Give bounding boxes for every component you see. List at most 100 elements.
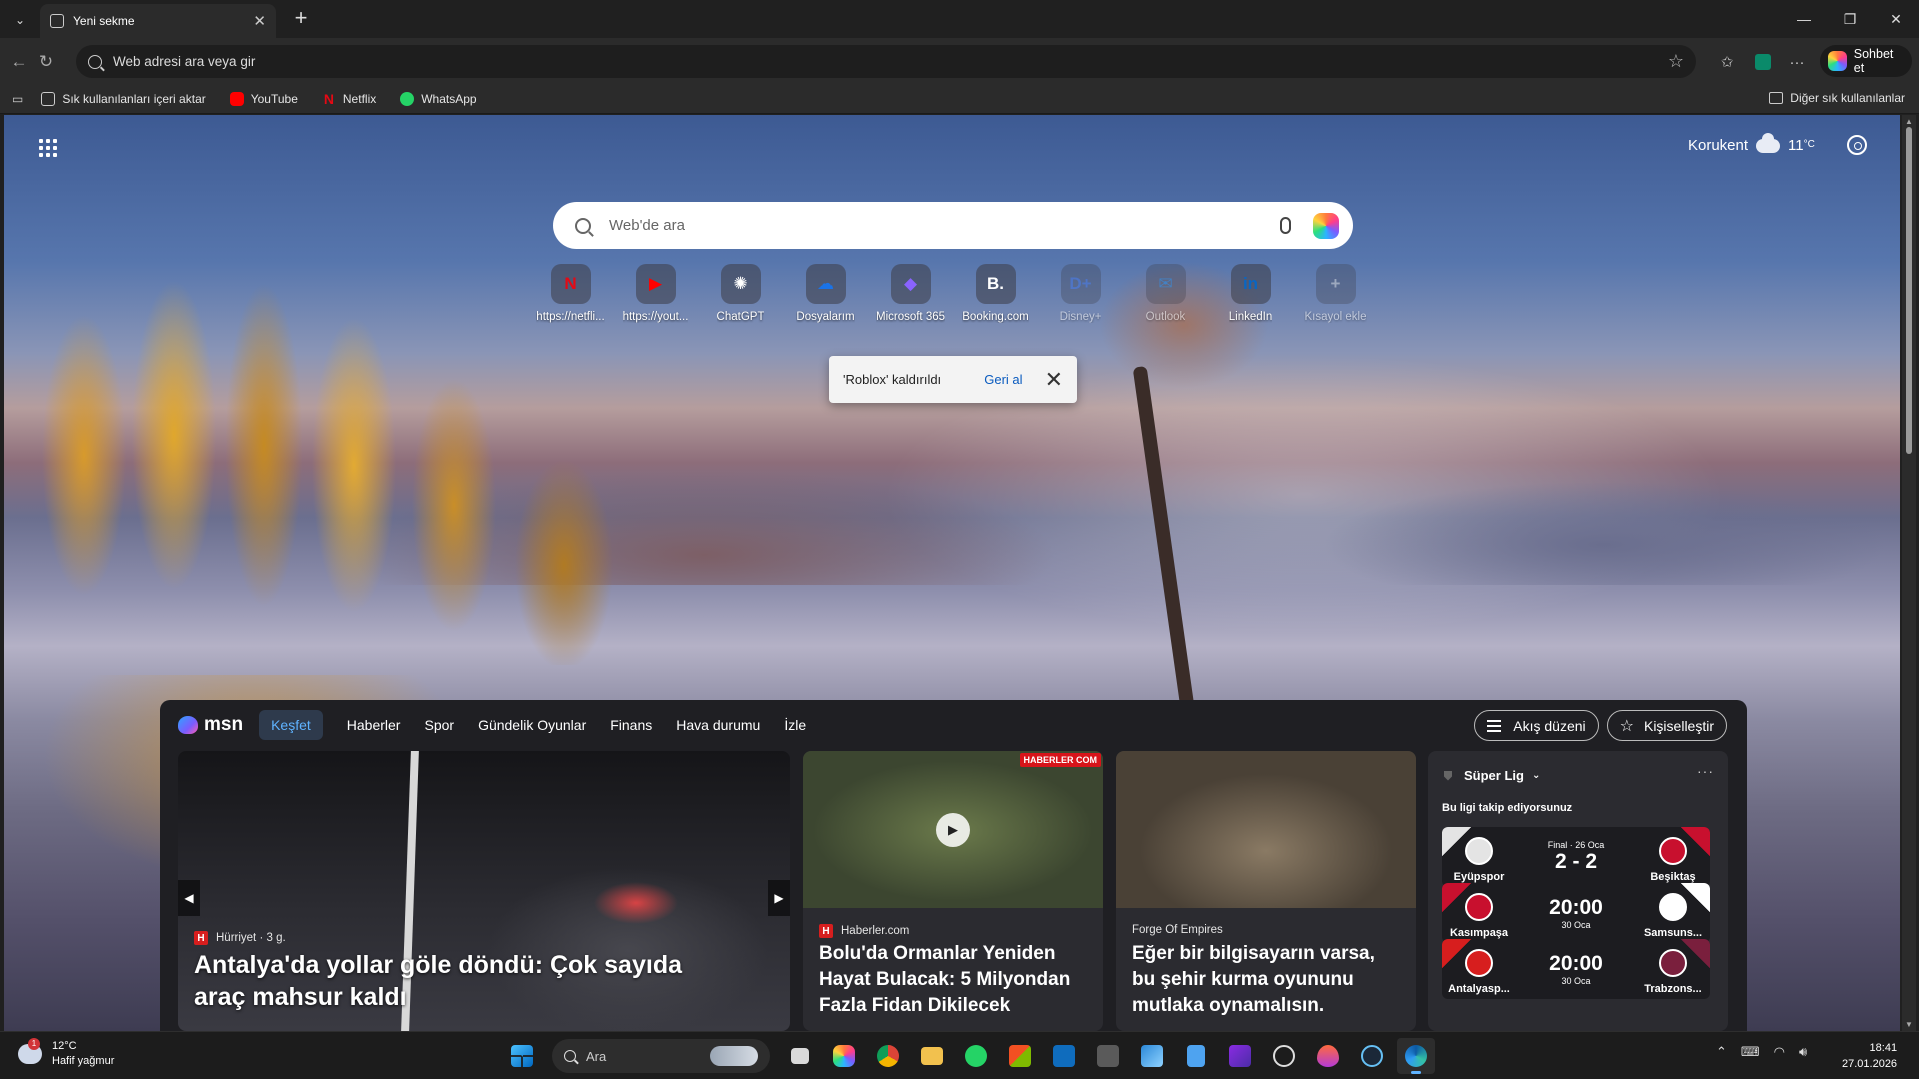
taskbar-weather[interactable]: 1 12°C Hafif yağmur — [18, 1038, 114, 1069]
copilot-chat-button[interactable]: Sohbet et — [1820, 45, 1912, 77]
wifi-icon[interactable]: ◠ — [1774, 1044, 1785, 1060]
search-icon — [575, 217, 591, 234]
quick-link[interactable]: ✉ Outlook — [1123, 264, 1208, 323]
steam-app[interactable] — [1353, 1038, 1391, 1074]
web-search-box[interactable] — [553, 202, 1353, 249]
quick-link-label: Dosyalarım — [796, 311, 855, 323]
tab-weather[interactable]: Hava durumu — [676, 717, 760, 733]
quick-link[interactable]: ☁ Dosyalarım — [783, 264, 868, 323]
extension-icon[interactable] — [1750, 49, 1776, 75]
minimize-button[interactable]: — — [1781, 0, 1827, 38]
match-row[interactable]: Kasımpaşa 20:00 30 Oca Samsuns... — [1442, 883, 1710, 943]
msn-logo[interactable]: msn — [178, 714, 243, 736]
close-window-button[interactable]: ✕ — [1873, 0, 1919, 38]
more-options-icon[interactable]: ··· — [1784, 49, 1810, 75]
favorite-star-icon[interactable]: ☆ — [1668, 51, 1684, 72]
quick-link[interactable]: ◆ Microsoft 365 — [868, 264, 953, 323]
address-bar[interactable]: Web adresi ara veya gir ☆ — [76, 45, 1696, 78]
quick-link[interactable]: D+ Disney+ — [1038, 264, 1123, 323]
league-selector[interactable]: Süper Lig ⌄ — [1444, 768, 1540, 783]
taskbar-clock[interactable]: 18:41 27.01.2026 — [1842, 1040, 1897, 1072]
quick-link[interactable]: in LinkedIn — [1208, 264, 1293, 323]
outlook-app[interactable] — [1045, 1038, 1083, 1074]
store-app[interactable] — [1001, 1038, 1039, 1074]
favorite-import[interactable]: Sık kullanılanları içeri aktar — [41, 91, 206, 106]
sidebar-toggle-icon[interactable]: ▭ — [12, 92, 23, 106]
tab-actions-chevron-icon[interactable]: ⌄ — [8, 8, 32, 32]
photos-app[interactable] — [1133, 1038, 1171, 1074]
scrollbar-thumb[interactable] — [1906, 127, 1912, 454]
app-drop-icon-button[interactable] — [1309, 1038, 1347, 1074]
calculator-app[interactable] — [1089, 1038, 1127, 1074]
scroll-down-icon[interactable]: ▼ — [1905, 1020, 1913, 1029]
whatsapp-app[interactable] — [957, 1038, 995, 1074]
scroll-up-icon[interactable]: ▲ — [1905, 117, 1913, 126]
removed-shortcut-toast: 'Roblox' kaldırıldı Geri al ✕ — [829, 356, 1077, 403]
show-hidden-icons-chevron-icon[interactable]: ⌃ — [1716, 1044, 1727, 1060]
favorite-label: YouTube — [250, 91, 298, 106]
quick-link[interactable]: + Kısayol ekle — [1293, 264, 1378, 323]
favorite-whatsapp[interactable]: WhatsApp — [400, 91, 477, 106]
match-row[interactable]: Eyüpspor Final · 26 Oca 2 - 2 Beşiktaş — [1442, 827, 1710, 887]
other-favorites[interactable]: Diğer sık kullanılanlar — [1769, 91, 1905, 105]
copilot-app[interactable] — [825, 1038, 863, 1074]
start-button[interactable] — [503, 1038, 541, 1074]
ad-card[interactable]: Forge Of Empires Eğer bir bilgisayarın v… — [1116, 751, 1416, 1031]
microphone-icon[interactable] — [1280, 217, 1291, 234]
undo-link[interactable]: Geri al — [984, 372, 1022, 387]
news-card[interactable]: HABERLER COM ▶ H Haberler.com Bolu'da Or… — [803, 751, 1103, 1031]
more-options-icon[interactable]: ··· — [1697, 763, 1714, 779]
back-arrow-icon[interactable]: ← — [6, 49, 32, 75]
import-icon — [41, 91, 56, 106]
file-explorer-app[interactable] — [913, 1038, 951, 1074]
personalize-button[interactable]: ☆ Kişiselleştir — [1606, 710, 1727, 741]
rain-cloud-icon: 1 — [18, 1038, 42, 1064]
copilot-icon — [1828, 51, 1847, 71]
copilot-icon[interactable] — [1313, 212, 1339, 239]
taskbar-search[interactable]: Ara — [552, 1039, 770, 1073]
hero-news-card[interactable]: ◀ ▶ H Hürriyet · 3 g. Antalya'da yollar … — [178, 751, 790, 1031]
media-player-app[interactable] — [1265, 1038, 1303, 1074]
address-input[interactable]: Web adresi ara veya gir — [113, 54, 1668, 69]
quick-link[interactable]: B. Booking.com — [953, 264, 1038, 323]
task-view-button[interactable] — [781, 1038, 819, 1074]
close-icon[interactable]: ✕ — [1045, 368, 1063, 391]
tab-finance[interactable]: Finans — [610, 717, 652, 733]
chrome-app[interactable] — [869, 1038, 907, 1074]
tab-casual-games[interactable]: Gündelik Oyunlar — [478, 717, 586, 733]
close-tab-icon[interactable]: ✕ — [253, 12, 266, 30]
favorites-icon[interactable]: ✩ — [1714, 49, 1740, 75]
quick-link[interactable]: ✺ ChatGPT — [698, 264, 783, 323]
quick-link[interactable]: Nhttps://netfli... — [528, 264, 613, 323]
search-icon — [564, 1050, 576, 1062]
tab-new-tab[interactable]: Yeni sekme ✕ — [40, 4, 276, 38]
restore-button[interactable]: ❐ — [1827, 0, 1873, 38]
settings-gear-icon[interactable] — [1847, 135, 1867, 155]
app-launcher-icon[interactable] — [39, 139, 57, 157]
carousel-next-icon[interactable]: ▶ — [768, 880, 790, 916]
feed-layout-button[interactable]: Akış düzeni — [1474, 710, 1599, 741]
tab-news[interactable]: Haberler — [347, 717, 401, 733]
play-video-icon[interactable]: ▶ — [936, 813, 970, 847]
match-row[interactable]: Antalyasp... 20:00 30 Oca Trabzons... — [1442, 939, 1710, 999]
tab-sports[interactable]: Spor — [424, 717, 454, 733]
new-tab-button[interactable]: + — [288, 6, 314, 32]
edge-app[interactable] — [1397, 1038, 1435, 1074]
tab-watch[interactable]: İzle — [784, 717, 806, 733]
steam-icon — [1361, 1045, 1383, 1067]
match-score: 20:00 30 Oca — [1516, 883, 1636, 943]
weather-widget[interactable]: Korukent 11 °C — [1688, 132, 1815, 154]
quick-link[interactable]: ▶ https://yout... — [613, 264, 698, 323]
notepad-app[interactable] — [1177, 1038, 1215, 1074]
favorite-netflix[interactable]: N Netflix — [322, 92, 376, 106]
volume-icon[interactable]: 🔊︎ — [1799, 1044, 1807, 1060]
page-scrollbar[interactable]: ▲ ▼ — [1902, 115, 1916, 1031]
clipchamp-app[interactable] — [1221, 1038, 1259, 1074]
tab-discover[interactable]: Keşfet — [259, 710, 323, 740]
favorite-youtube[interactable]: YouTube — [229, 91, 298, 106]
carousel-prev-icon[interactable]: ◀ — [178, 880, 200, 916]
refresh-icon[interactable]: ↻ — [33, 49, 59, 75]
match-center: 20:00 — [1549, 952, 1603, 975]
web-search-input[interactable] — [609, 217, 1280, 234]
keyboard-icon[interactable]: ⌨ — [1741, 1044, 1760, 1060]
